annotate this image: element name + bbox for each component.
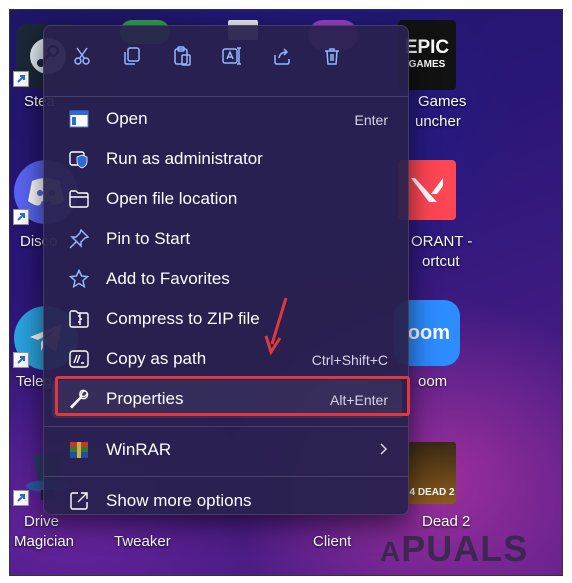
shortcut-arrow-icon [13, 209, 29, 225]
desktop-label-valorant-1: ORANT - [411, 233, 473, 250]
chevron-right-icon [378, 441, 388, 460]
desktop-label-tweaker: Tweaker [114, 533, 171, 550]
menu-item-label: Show more options [106, 491, 252, 510]
menu-item-properties[interactable]: Properties Alt+Enter [52, 380, 402, 418]
external-icon [69, 491, 89, 511]
delete-icon[interactable] [319, 43, 345, 69]
menu-item-show-more-options[interactable]: Show more options [52, 482, 402, 520]
desktop-label-epic-1: Games [418, 93, 467, 110]
shield-icon [69, 149, 89, 169]
menu-item-shortcut: Enter [354, 112, 388, 128]
copy-icon[interactable] [119, 43, 145, 69]
menu-divider [44, 96, 408, 97]
rename-icon[interactable] [219, 43, 245, 69]
paste-icon[interactable] [169, 43, 195, 69]
menu-item-label: Open [106, 109, 148, 128]
star-icon [69, 269, 89, 289]
zip-folder-icon [69, 309, 89, 329]
menu-item-run-as-administrator[interactable]: Run as administrator [52, 140, 402, 178]
open-window-icon [69, 109, 89, 129]
epic-logo-text-bottom: GAMES [408, 59, 446, 70]
cut-icon[interactable] [69, 43, 95, 69]
pin-icon [69, 229, 89, 249]
menu-item-winrar[interactable]: WinRAR [52, 431, 402, 469]
menu-item-open[interactable]: Open Enter [52, 100, 402, 138]
menu-item-label: Compress to ZIP file [106, 309, 260, 328]
desktop-label-drive-magician-2: Magician [14, 533, 75, 550]
menu-item-shortcut: Ctrl+Shift+C [311, 352, 388, 368]
menu-item-pin-to-start[interactable]: Pin to Start [52, 220, 402, 258]
context-menu: Open Enter Run as administrator Open fil… [43, 25, 409, 515]
desktop-label-valorant-2: ortcut [422, 253, 460, 270]
zoom-logo-text: oom [407, 321, 450, 344]
red-arrow-icon [264, 297, 288, 356]
menu-item-label: Copy as path [106, 349, 207, 368]
menu-item-label: Add to Favorites [106, 269, 230, 288]
context-menu-toolbar [44, 26, 408, 84]
copy-path-icon [69, 349, 89, 369]
folder-icon [69, 189, 89, 209]
menu-item-label: Properties [106, 389, 184, 408]
menu-divider [44, 426, 408, 427]
l4d2-logo-text: 4 DEAD 2 [409, 487, 455, 498]
menu-item-add-to-favorites[interactable]: Add to Favorites [52, 260, 402, 298]
menu-item-compress-to-zip[interactable]: Compress to ZIP file [52, 300, 402, 338]
menu-divider [44, 476, 408, 477]
desktop-label-zoom: oom [418, 373, 448, 390]
winrar-icon [69, 440, 89, 460]
shortcut-arrow-icon [13, 71, 29, 87]
shortcut-arrow-icon [13, 490, 29, 506]
desktop-label-client: Client [313, 533, 352, 550]
wrench-icon [69, 389, 89, 409]
desktop-label-epic-2: uncher [415, 113, 461, 130]
menu-item-copy-as-path[interactable]: Copy as path Ctrl+Shift+C [52, 340, 402, 378]
epic-logo-text-top: EPIC [404, 37, 450, 58]
menu-item-open-file-location[interactable]: Open file location [52, 180, 402, 218]
share-icon[interactable] [269, 43, 295, 69]
menu-item-label: WinRAR [106, 440, 172, 459]
shortcut-arrow-icon [13, 352, 29, 368]
menu-item-label: Pin to Start [106, 229, 191, 248]
menu-item-label: Open file location [106, 189, 238, 208]
menu-item-label: Run as administrator [106, 149, 263, 168]
menu-item-shortcut: Alt+Enter [330, 392, 388, 408]
watermark: APUALS [380, 528, 529, 569]
left-4-dead-2-icon[interactable]: 4 DEAD 2 [408, 442, 456, 504]
